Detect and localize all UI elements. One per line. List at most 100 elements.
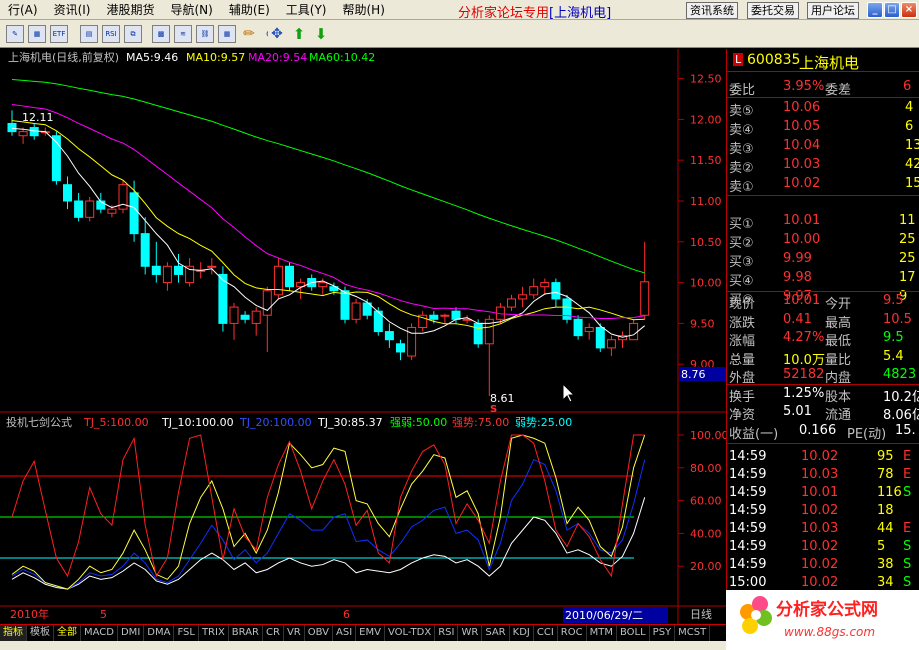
menu-analysis[interactable]: 行(A) [0,1,46,18]
close-icon[interactable]: × [901,2,917,18]
tab-asi[interactable]: ASI [333,625,357,641]
indicator-y-tick-label: 40.00 [690,527,722,540]
pen-icon[interactable]: ✏ [240,25,258,43]
ask-volume: 6 [905,119,914,134]
chart-icon[interactable]: ▤ [80,25,98,43]
kline-chart[interactable]: 12.5012.0011.5011.0010.5010.009.509.00 1… [0,49,729,624]
bid-price: 10.01 [783,213,821,228]
chart-area[interactable]: 12.50 12.00 11.50 11.00 10.50 10.00 9.50 9.00 1… [0,49,729,624]
watermark-title: 分析家公式网 [776,599,878,620]
ma5-line [11,127,646,338]
tab-cr[interactable]: CR [263,625,284,641]
legend-ma5: MA5:9.46 [126,51,178,64]
indicator-y-tick-label: 60.00 [690,495,722,508]
trade-price: 10.02 [801,557,839,572]
tab-macd[interactable]: MACD [81,625,118,641]
indicator-y-tick-label: 80.00 [690,462,722,475]
trade-direction: S [903,539,912,554]
tab-boll[interactable]: BOLL [617,625,650,641]
trade-volume: 38 [877,557,894,572]
candle-body [429,314,439,320]
tab-模板[interactable]: 模板 [27,625,54,641]
indicator-y-tick-label: 100.00 [690,429,726,442]
candle-body [384,331,394,341]
tab-psy[interactable]: PSY [650,625,676,641]
menu-navigation[interactable]: 导航(N) [163,1,221,18]
candle-body [273,265,283,296]
main-y-tick-label: 11.50 [690,154,722,167]
stat-value-right: 9.5 [883,330,904,345]
tab-全部[interactable]: 全部 [54,625,81,641]
etf-icon[interactable]: ETF [50,25,68,43]
tab-roc[interactable]: ROC [558,625,587,641]
grid-icon[interactable]: ▦ [218,25,236,43]
tab-mtm[interactable]: MTM [587,625,617,641]
stat-value: 5.01 [783,404,812,419]
bid-price: 9.98 [783,270,812,285]
trade-direction: S [903,485,912,500]
tab-cci[interactable]: CCI [534,625,558,641]
date-year: 2010年 [10,607,49,621]
candles [7,110,650,397]
formula-icon[interactable]: ≋ [174,25,192,43]
stat-label-right: 最低 [825,334,852,349]
menu-assist[interactable]: 辅助(E) [221,1,278,18]
indicator-y-tick-label: 20.00 [690,560,722,573]
indicator-lines [11,434,646,590]
draw-icon[interactable]: ✎ [6,25,24,43]
minimize-icon[interactable]: _ [867,2,883,18]
candle-body [74,200,84,218]
kline-icon[interactable]: ⧉ [124,25,142,43]
link-icon[interactable]: ⛓ [196,25,214,43]
stat-value: 10.0万 [783,352,825,368]
bid-volume: 25 [899,232,916,247]
indicator-icon[interactable]: ▩ [152,25,170,43]
stat-value-right: 10.5 [883,311,912,327]
analysis-icon[interactable]: ▦ [28,25,46,43]
tab-vr[interactable]: VR [284,625,305,641]
down-arrow-icon[interactable]: ⬇ [312,25,330,43]
info-system-button[interactable]: 资讯系统 [686,2,738,19]
rsi-icon[interactable]: RSI [102,25,120,43]
menu-hk-futures[interactable]: 港股期货 [98,1,162,18]
watermark-logo: 分析家公式网 www.88gs.com [726,590,919,650]
tab-kdj[interactable]: KDJ [510,625,534,641]
candle-body [340,290,350,320]
tab-emv[interactable]: EMV [356,625,385,641]
tab-brar[interactable]: BRAR [229,625,263,641]
trade-time: 15:00 [729,575,767,590]
bid-price: 10.00 [783,232,821,247]
bid-volume: 11 [899,213,916,228]
candle-body [129,192,139,235]
trade-direction: E [903,449,912,464]
maximize-icon[interactable]: □ [884,2,900,18]
ask-level-label: 卖② [729,161,754,176]
sell-signal-marker: S [490,404,497,415]
trade-button[interactable]: 委托交易 [747,2,799,19]
up-arrow-icon[interactable]: ⬆ [290,25,308,43]
menu-tools[interactable]: 工具(Y) [278,1,335,18]
tab-wr[interactable]: WR [458,625,483,641]
commission-diff-label: 委差 [825,83,852,98]
tab-sar[interactable]: SAR [482,625,510,641]
trade-direction: S [903,557,912,572]
menu-help[interactable]: 帮助(H) [335,1,393,18]
menu-info[interactable]: 资讯(I) [46,1,99,18]
move-icon[interactable]: ✥ [268,25,286,43]
stat-label: 换手 [729,389,756,405]
tab-obv[interactable]: OBV [305,625,333,641]
candle-body [107,208,117,214]
tab-rsi[interactable]: RSI [435,625,459,641]
tab-fsl[interactable]: FSL [174,625,199,641]
tab-dmi[interactable]: DMI [118,625,145,641]
tab-trix[interactable]: TRIX [199,625,229,641]
forum-button[interactable]: 用户论坛 [807,2,859,19]
tab-指标[interactable]: 指标 [0,625,27,641]
main-y-tick-label: 12.50 [690,73,722,86]
tab-vol-tdx[interactable]: VOL-TDX [385,625,436,641]
candle-body [229,306,239,324]
tab-dma[interactable]: DMA [144,625,175,641]
tab-mcst[interactable]: MCST [675,625,711,641]
candle-body [473,322,483,345]
cursor-price: 8.76 [681,368,706,381]
